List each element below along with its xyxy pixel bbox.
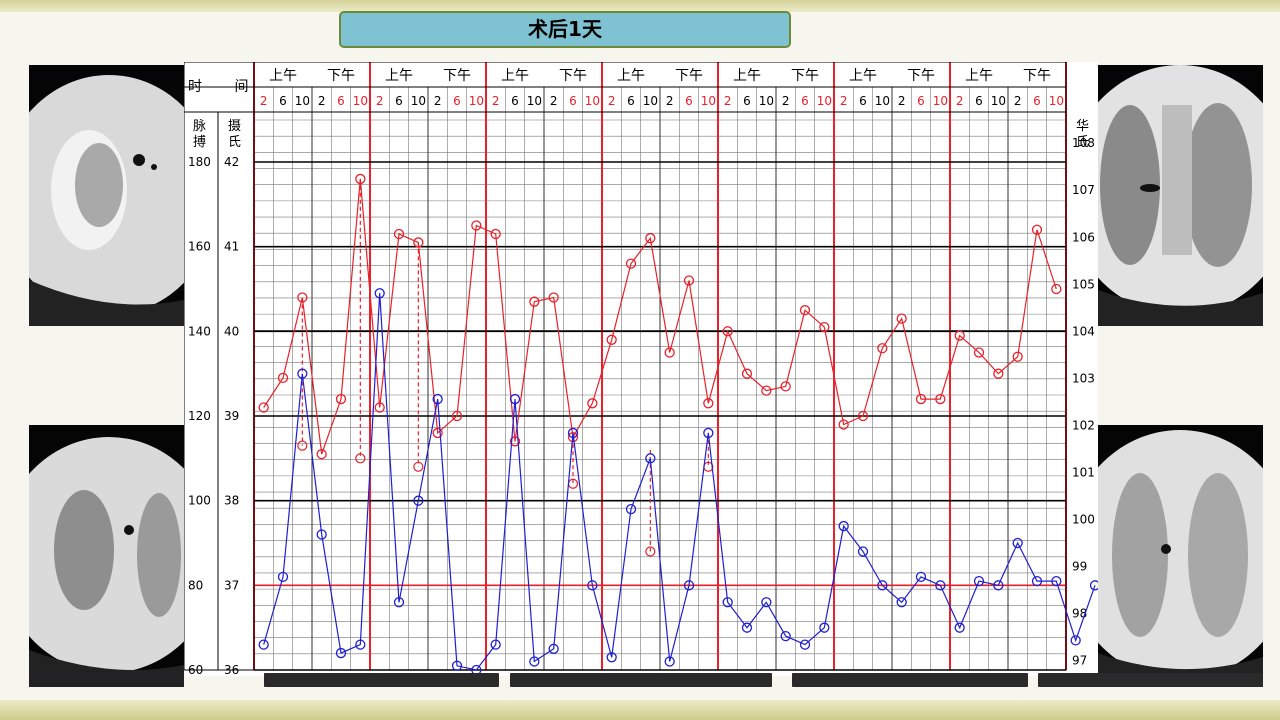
hour-label: 2 (1014, 94, 1022, 108)
celsius-tick-label: 40 (224, 324, 239, 338)
chart-background (184, 62, 1098, 676)
celsius-tick-label: 41 (224, 240, 239, 254)
bottom-band (0, 700, 1280, 720)
period-label: 上午 (385, 68, 413, 84)
hour-label: 6 (627, 94, 635, 108)
pulse-tick-label: 180 (188, 155, 211, 169)
hour-label: 6 (859, 94, 867, 108)
period-label: 下午 (675, 68, 703, 84)
celsius-tick-label: 42 (224, 155, 239, 169)
hour-label: 2 (898, 94, 906, 108)
hour-label: 10 (527, 94, 542, 108)
hour-label: 10 (411, 94, 426, 108)
fahrenheit-tick-label: 104 (1072, 324, 1095, 338)
celsius-tick-label: 36 (224, 663, 239, 676)
period-label: 上午 (965, 68, 993, 84)
hour-label: 10 (469, 94, 484, 108)
hour-label: 2 (840, 94, 848, 108)
fahrenheit-tick-label: 106 (1072, 230, 1095, 244)
hour-label: 6 (569, 94, 577, 108)
slide-footer-bar (1038, 673, 1263, 687)
fahrenheit-tick-label: 101 (1072, 465, 1095, 479)
period-label: 下午 (443, 68, 471, 84)
hour-label: 2 (550, 94, 558, 108)
period-label: 上午 (501, 68, 529, 84)
hour-label: 6 (801, 94, 809, 108)
period-label: 下午 (907, 68, 935, 84)
hour-label: 10 (875, 94, 890, 108)
period-label: 下午 (559, 68, 587, 84)
pulse-axis-label: 脉 (193, 119, 206, 134)
pulse-tick-label: 140 (188, 324, 211, 338)
hour-label: 10 (817, 94, 832, 108)
pulse-tick-label: 80 (188, 578, 203, 592)
fahrenheit-axis-label: 华 (1076, 119, 1089, 134)
hour-label: 2 (956, 94, 964, 108)
period-label: 下午 (327, 68, 355, 84)
hour-label: 2 (260, 94, 268, 108)
slide-footer-bar (510, 673, 772, 687)
ct-scan-image-top-left (29, 65, 184, 326)
hour-label: 2 (724, 94, 732, 108)
slide-footer-bar (264, 673, 499, 687)
ct-scan-image-top-right (1098, 65, 1263, 326)
time-header-label: 时 间 (188, 79, 262, 95)
pulse-tick-label: 160 (188, 240, 211, 254)
temperature-pulse-chart: 时 间上午 下午2 6 10 2 6 10上午 下午2 6 10 2 6 10上午 下午2 6 10 2 6 10上… (184, 62, 1098, 676)
hour-label: 10 (353, 94, 368, 108)
pulse-tick-label: 100 (188, 494, 211, 508)
fahrenheit-tick-label: 99 (1072, 560, 1087, 574)
fahrenheit-tick-label: 107 (1072, 183, 1095, 197)
celsius-tick-label: 38 (224, 494, 239, 508)
celsius-axis-label: 氏 (228, 135, 241, 150)
period-label: 上午 (269, 68, 297, 84)
hour-label: 6 (511, 94, 519, 108)
hour-label: 6 (917, 94, 925, 108)
hour-label: 10 (295, 94, 310, 108)
hour-label: 10 (1049, 94, 1064, 108)
ct-scan-image-bottom-right (1098, 425, 1263, 687)
fahrenheit-tick-label: 108 (1072, 136, 1095, 150)
hour-label: 6 (743, 94, 751, 108)
hour-label: 6 (1033, 94, 1041, 108)
fahrenheit-tick-label: 97 (1072, 654, 1087, 668)
fahrenheit-tick-label: 105 (1072, 277, 1095, 291)
hour-label: 6 (337, 94, 345, 108)
hour-label: 2 (318, 94, 326, 108)
fahrenheit-tick-label: 100 (1072, 512, 1095, 526)
hour-label: 10 (585, 94, 600, 108)
hour-label: 2 (608, 94, 616, 108)
hour-label: 6 (975, 94, 983, 108)
celsius-axis-label: 摄 (228, 119, 241, 134)
ct-scan-image-bottom-left (29, 425, 184, 687)
celsius-tick-label: 39 (224, 409, 239, 423)
hour-label: 2 (376, 94, 384, 108)
hour-label: 2 (492, 94, 500, 108)
hour-label: 6 (453, 94, 461, 108)
period-label: 上午 (617, 68, 645, 84)
fahrenheit-tick-label: 103 (1072, 371, 1095, 385)
pulse-axis-label: 搏 (193, 134, 206, 150)
hour-label: 10 (933, 94, 948, 108)
period-label: 上午 (849, 68, 877, 84)
hour-label: 10 (643, 94, 658, 108)
slide-footer-bar (792, 673, 1028, 687)
hour-label: 6 (279, 94, 287, 108)
period-label: 上午 (733, 68, 761, 84)
hour-label: 6 (395, 94, 403, 108)
hour-label: 6 (685, 94, 693, 108)
hour-label: 2 (782, 94, 790, 108)
period-label: 下午 (791, 68, 819, 84)
pulse-tick-label: 60 (188, 663, 203, 676)
slide-title: 术后1天 (339, 11, 791, 48)
pulse-tick-label: 120 (188, 409, 211, 423)
hour-label: 10 (759, 94, 774, 108)
period-label: 下午 (1023, 68, 1051, 84)
hour-label: 2 (666, 94, 674, 108)
hour-label: 10 (701, 94, 716, 108)
fahrenheit-tick-label: 102 (1072, 418, 1095, 432)
hour-label: 10 (991, 94, 1006, 108)
celsius-tick-label: 37 (224, 578, 239, 592)
hour-label: 2 (434, 94, 442, 108)
